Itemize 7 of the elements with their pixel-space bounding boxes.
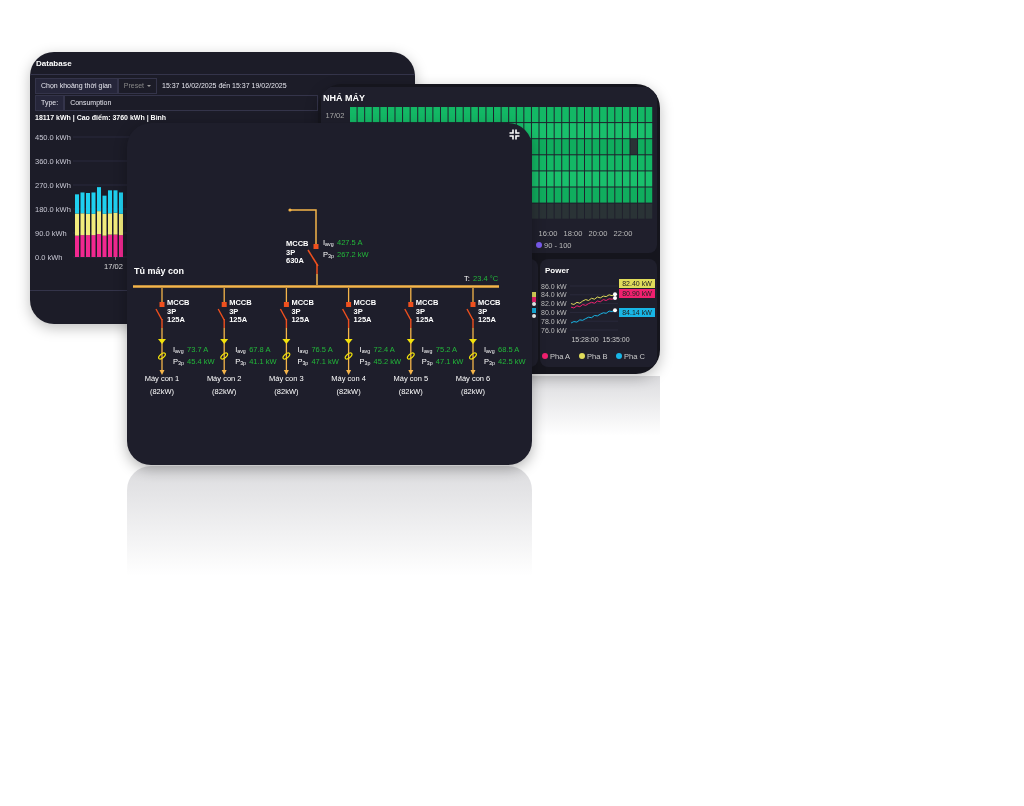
- panel-title: Database: [36, 58, 72, 70]
- compress-icon[interactable]: [509, 129, 520, 140]
- end-marker: [613, 308, 617, 313]
- panel-title: Tủ máy con: [134, 267, 184, 276]
- caret-icon: [147, 85, 151, 87]
- card-title: Power: [545, 265, 569, 277]
- panel-title: NHÁ MÁY: [323, 92, 365, 105]
